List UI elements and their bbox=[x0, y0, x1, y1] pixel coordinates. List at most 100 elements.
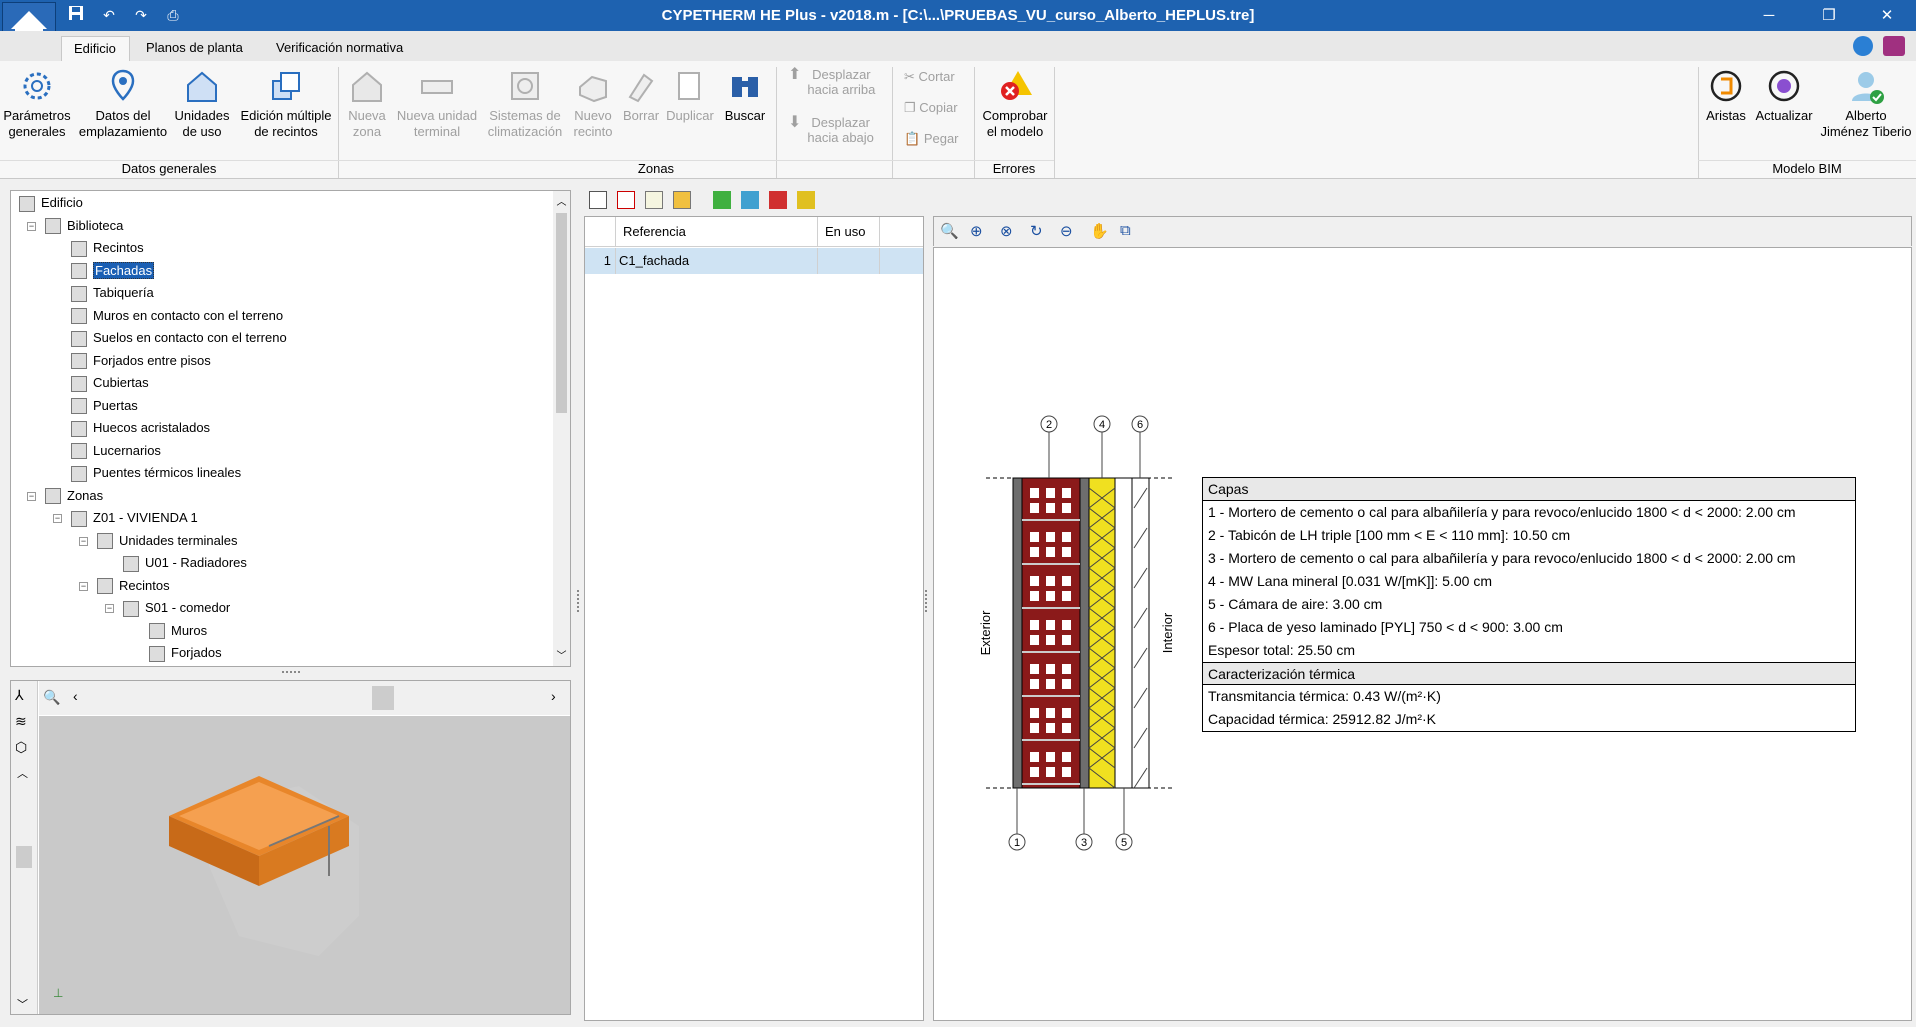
zoom-extents-icon[interactable]: ⊕ bbox=[970, 222, 983, 240]
parametros-generales-button[interactable]: Parámetros generales bbox=[2, 67, 72, 140]
zoom-icon[interactable]: 🔍 bbox=[43, 689, 60, 706]
layers-icon[interactable]: ≋ bbox=[15, 713, 27, 730]
tree-node[interactable]: S01 - comedor bbox=[123, 598, 230, 618]
buscar-button[interactable]: Buscar bbox=[720, 67, 770, 124]
scroll-right-icon[interactable]: › bbox=[551, 688, 556, 704]
add-row-icon[interactable] bbox=[589, 191, 607, 209]
tree-collapse-toggle[interactable]: − bbox=[53, 514, 62, 523]
tree-node[interactable]: Fachadas bbox=[71, 261, 155, 281]
import-icon[interactable] bbox=[713, 191, 731, 209]
library-in-icon[interactable] bbox=[797, 191, 815, 209]
tree-node[interactable]: Cubiertas bbox=[71, 373, 149, 393]
desplazar-abajo-button[interactable]: ⬇ Desplazar hacia abajo bbox=[788, 115, 886, 146]
tab-edificio[interactable]: Edificio bbox=[61, 36, 130, 61]
building-tree[interactable]: Edificio Biblioteca − Recintos Fachadas Tabiq… bbox=[11, 191, 551, 666]
tree-node-icon bbox=[97, 533, 113, 550]
tree-node[interactable]: Muros bbox=[149, 621, 207, 641]
copiar-button[interactable]: ❐ Copiar bbox=[904, 100, 958, 115]
minimize-button[interactable]: ─ bbox=[1740, 0, 1798, 31]
vertical-slider-thumb[interactable] bbox=[16, 846, 32, 868]
tree-collapse-toggle[interactable]: − bbox=[27, 221, 36, 231]
tree-scrollbar[interactable]: ︿ ﹀ bbox=[553, 191, 570, 666]
restore-button[interactable]: ❐ bbox=[1800, 0, 1858, 31]
nuevo-recinto-button[interactable]: Nuevo recinto bbox=[568, 67, 618, 140]
scroll-down-icon[interactable]: ﹀ bbox=[17, 996, 28, 1012]
pan-hand-icon[interactable]: ✋ bbox=[1090, 222, 1109, 240]
redraw-icon[interactable]: ↻ bbox=[1030, 222, 1043, 240]
tree-collapse-toggle[interactable]: − bbox=[79, 536, 88, 546]
export-icon[interactable] bbox=[741, 191, 759, 209]
copy-row-icon[interactable] bbox=[645, 191, 663, 209]
scroll-up-icon[interactable]: ︿ bbox=[553, 193, 570, 208]
cortar-button[interactable]: ✂ Cortar bbox=[904, 69, 955, 84]
tree-node[interactable]: Lucernarios bbox=[71, 441, 161, 461]
help-globe-icon[interactable] bbox=[1853, 36, 1873, 56]
zoom-out-icon[interactable]: ⊖ bbox=[1060, 222, 1073, 240]
tree-node[interactable]: Puentes térmicos lineales bbox=[71, 463, 241, 483]
tree-node[interactable]: Muros en contacto con el terreno bbox=[71, 306, 283, 326]
nueva-zona-button[interactable]: Nueva zona bbox=[342, 67, 392, 140]
tab-verificacion-normativa[interactable]: Verificación normativa bbox=[264, 36, 415, 61]
info-book-icon[interactable] bbox=[1883, 36, 1905, 56]
tree-node[interactable]: Z01 - VIVIENDA 1 bbox=[71, 508, 198, 528]
brick-hole bbox=[1030, 708, 1039, 718]
scroll-down-icon[interactable]: ﹀ bbox=[553, 647, 570, 662]
tree-collapse-toggle[interactable]: − bbox=[79, 581, 88, 591]
tree-node[interactable]: Forjados entre pisos bbox=[71, 351, 211, 371]
close-button[interactable]: ✕ bbox=[1858, 0, 1916, 31]
aristas-button[interactable]: Aristas bbox=[1704, 67, 1748, 124]
scroll-up-icon[interactable]: ︿ bbox=[17, 765, 28, 781]
scroll-left-icon[interactable]: ‹ bbox=[73, 688, 78, 704]
unidades-de-uso-button[interactable]: Unidades de uso bbox=[172, 67, 232, 140]
3d-viewer-panel[interactable]: ⅄ ≋ ⬡ ︿ ﹀ 🔍 ‹ › ⊥ bbox=[10, 680, 571, 1015]
tree-node[interactable]: Edificio bbox=[19, 193, 83, 213]
pegar-button[interactable]: 📋 Pegar bbox=[904, 131, 959, 146]
references-table[interactable]: Referencia En uso 1 C1_fachada bbox=[584, 216, 924, 1021]
tree-node[interactable]: Forjados bbox=[149, 643, 222, 663]
3d-model-view[interactable]: ⊥ bbox=[39, 716, 570, 1014]
cube-icon[interactable]: ⬡ bbox=[15, 739, 27, 756]
user-account-button[interactable]: Alberto Jiménez Tiberio bbox=[1818, 67, 1914, 140]
tree-node[interactable]: Tabiquería bbox=[71, 283, 154, 303]
sistemas-climatizacion-button[interactable]: Sistemas de climatización bbox=[482, 67, 568, 140]
scroll-thumb[interactable] bbox=[556, 213, 567, 413]
building-tree-panel[interactable]: Edificio Biblioteca − Recintos Fachadas Tabiq… bbox=[10, 190, 571, 667]
comprobar-modelo-button[interactable]: Comprobar el modelo bbox=[978, 67, 1052, 140]
tab-planos-de-planta[interactable]: Planos de planta bbox=[134, 36, 255, 61]
edit-row-icon[interactable] bbox=[673, 191, 691, 209]
duplicar-button[interactable]: Duplicar bbox=[664, 67, 716, 124]
tree-node[interactable]: Biblioteca bbox=[45, 216, 123, 236]
nueva-unidad-terminal-button[interactable]: Nueva unidad terminal bbox=[394, 67, 480, 140]
tree-node[interactable]: Recintos bbox=[97, 576, 170, 596]
delete-row-icon[interactable] bbox=[617, 191, 635, 209]
table-row[interactable]: 1 C1_fachada bbox=[585, 248, 923, 274]
splitter-handle[interactable] bbox=[282, 671, 300, 677]
edicion-multiple-button[interactable]: Edición múltiple de recintos bbox=[238, 67, 334, 140]
tree-node[interactable]: Zonas bbox=[45, 486, 103, 506]
cell-referencia[interactable]: C1_fachada bbox=[619, 248, 689, 274]
tree-node[interactable]: Suelos en contacto con el terreno bbox=[71, 328, 287, 348]
tree-node[interactable]: Puertas bbox=[71, 396, 138, 416]
borrar-button[interactable]: Borrar bbox=[620, 67, 662, 124]
zoom-window-icon[interactable]: 🔍 bbox=[940, 222, 959, 240]
splitter-handle[interactable] bbox=[925, 590, 931, 612]
desplazar-arriba-button[interactable]: ⬆ Desplazar hacia arriba bbox=[788, 67, 886, 98]
header-en-uso[interactable]: En uso bbox=[825, 224, 865, 239]
section-drawing-panel[interactable]: 1 2 3 4 5 6 Exterior Interior Capas 1 - … bbox=[933, 247, 1912, 1021]
fit-view-icon[interactable]: ⧉ bbox=[1120, 222, 1131, 239]
axes-icon[interactable]: ⅄ bbox=[15, 687, 24, 704]
datos-emplazamiento-button[interactable]: Datos del emplazamiento bbox=[78, 67, 168, 140]
header-referencia[interactable]: Referencia bbox=[623, 224, 686, 239]
library-out-icon[interactable] bbox=[769, 191, 787, 209]
tree-node[interactable]: Recintos bbox=[71, 238, 144, 258]
horizontal-slider-thumb[interactable] bbox=[372, 686, 394, 710]
tree-node[interactable]: Unidades terminales bbox=[97, 531, 238, 551]
building-3d-model bbox=[169, 776, 359, 956]
tree-collapse-toggle[interactable]: − bbox=[27, 491, 36, 501]
tree-node[interactable]: U01 - Radiadores bbox=[123, 553, 247, 573]
splitter-handle[interactable] bbox=[577, 590, 583, 612]
zoom-x2-icon[interactable]: ⊗ bbox=[1000, 222, 1013, 240]
actualizar-button[interactable]: Actualizar bbox=[1752, 67, 1816, 124]
tree-node[interactable]: Huecos acristalados bbox=[71, 418, 210, 438]
tree-collapse-toggle[interactable]: − bbox=[105, 604, 114, 613]
